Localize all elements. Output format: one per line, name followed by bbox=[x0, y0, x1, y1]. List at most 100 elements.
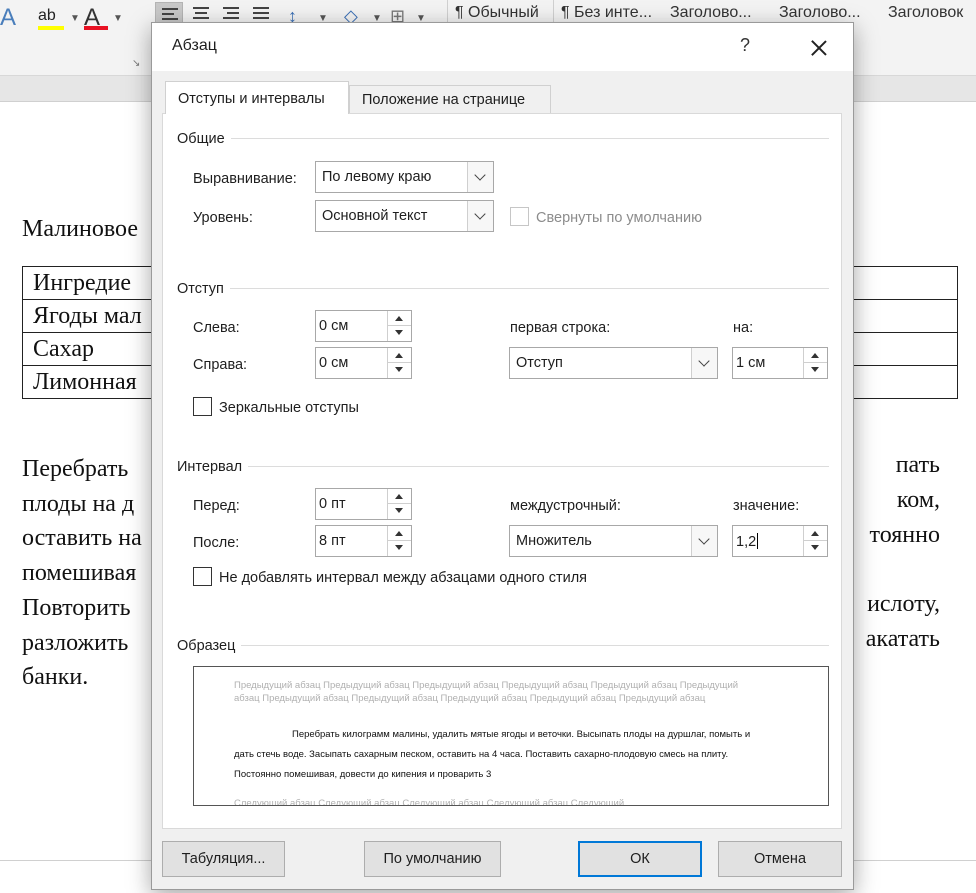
spacing-at-value: 1,2 bbox=[736, 533, 759, 550]
paragraph-dialog: Абзац ? Отступы и интервалы Положение на… bbox=[151, 22, 854, 890]
spin-up-icon[interactable] bbox=[388, 311, 411, 326]
spin-down-icon[interactable] bbox=[388, 541, 411, 556]
spacing-before-spinner[interactable]: 0 пт bbox=[315, 488, 412, 520]
spacing-at-label: значение: bbox=[733, 498, 800, 514]
spin-up-icon[interactable] bbox=[388, 348, 411, 363]
text-effects-button[interactable]: A bbox=[0, 4, 16, 32]
section-general-label: Общие bbox=[177, 131, 231, 147]
chevron-down-icon[interactable]: ▼ bbox=[70, 13, 80, 24]
paragraph-line-right: ислоту, bbox=[867, 591, 940, 617]
spinner-buttons bbox=[803, 526, 827, 556]
indent-left-spinner[interactable]: 0 см bbox=[315, 310, 412, 342]
indent-left-label: Слева: bbox=[193, 320, 240, 336]
spacing-after-value: 8 пт bbox=[319, 533, 346, 549]
chevron-down-icon[interactable] bbox=[467, 201, 493, 231]
level-value: Основной текст bbox=[322, 208, 428, 224]
spin-down-icon[interactable] bbox=[388, 363, 411, 378]
indent-right-value: 0 см bbox=[319, 355, 349, 371]
tab-indents-spacing[interactable]: Отступы и интервалы bbox=[165, 81, 349, 114]
style-heading-2[interactable]: Заголово... bbox=[779, 4, 861, 22]
font-color-bar bbox=[84, 26, 108, 30]
chevron-down-icon[interactable] bbox=[467, 162, 493, 192]
mirror-indents-label: Зеркальные отступы bbox=[219, 400, 359, 416]
preview-line: дать стечь воде. Засыпать сахарным песко… bbox=[234, 749, 729, 760]
dialog-title: Абзац bbox=[172, 37, 217, 54]
spacing-after-label: После: bbox=[193, 535, 240, 551]
tab-line-page-breaks[interactable]: Положение на странице bbox=[349, 85, 551, 113]
set-default-button[interactable]: По умолчанию bbox=[364, 841, 501, 877]
section-divider bbox=[177, 138, 829, 139]
spinner-buttons bbox=[387, 526, 411, 556]
section-spacing-label: Интервал bbox=[177, 459, 249, 475]
first-line-value: Отступ bbox=[516, 355, 563, 371]
style-heading[interactable]: Заголовок bbox=[888, 4, 963, 22]
indent-by-spinner[interactable]: 1 см bbox=[732, 347, 828, 379]
mirror-indents-checkbox[interactable] bbox=[193, 397, 212, 416]
alignment-label: Выравнивание: bbox=[193, 171, 297, 187]
section-preview-label: Образец bbox=[177, 638, 242, 654]
line-spacing-dropdown[interactable]: Множитель bbox=[509, 525, 718, 557]
dialog-launcher-icon[interactable]: ↘ bbox=[132, 58, 140, 69]
no-space-same-style-checkbox[interactable] bbox=[193, 567, 212, 586]
chevron-down-icon[interactable] bbox=[691, 348, 717, 378]
spin-up-icon[interactable] bbox=[804, 526, 827, 541]
spin-up-icon[interactable] bbox=[388, 489, 411, 504]
close-icon[interactable] bbox=[804, 33, 834, 63]
no-space-same-style-label: Не добавлять интервал между абзацами одн… bbox=[219, 570, 588, 586]
spin-down-icon[interactable] bbox=[804, 541, 827, 556]
indent-right-spinner[interactable]: 0 см bbox=[315, 347, 412, 379]
spacing-at-text: 1,2 bbox=[736, 534, 757, 550]
preview-next-paragraph: Следующий абзац Следующий абзац Следующи… bbox=[234, 798, 625, 806]
cancel-button[interactable]: Отмена bbox=[718, 841, 842, 877]
paragraph-line-right: ком, bbox=[896, 487, 940, 513]
spin-down-icon[interactable] bbox=[388, 504, 411, 519]
spacing-before-label: Перед: bbox=[193, 498, 240, 514]
spinner-buttons bbox=[387, 489, 411, 519]
text-cursor bbox=[757, 533, 759, 549]
spin-down-icon[interactable] bbox=[804, 363, 827, 378]
paragraph-line-right: пать bbox=[895, 452, 940, 478]
spacing-after-spinner[interactable]: 8 пт bbox=[315, 525, 412, 557]
preview-box: Предыдущий абзац Предыдущий абзац Предыд… bbox=[193, 666, 829, 806]
section-divider bbox=[177, 466, 829, 467]
tab-label: Положение на странице bbox=[362, 92, 526, 108]
document-title: Малиновое bbox=[22, 216, 138, 242]
style-heading-1[interactable]: Заголово... bbox=[670, 4, 752, 22]
first-line-label: первая строка: bbox=[510, 320, 611, 336]
style-no-spacing[interactable]: ¶ Без инте... bbox=[561, 4, 652, 22]
section-divider bbox=[177, 288, 829, 289]
spin-down-icon[interactable] bbox=[388, 326, 411, 341]
spacing-at-spinner[interactable]: 1,2 bbox=[732, 525, 828, 557]
paragraph-line-right: тоянно bbox=[869, 522, 940, 548]
indent-by-label: на: bbox=[733, 320, 754, 336]
alignment-dropdown[interactable]: По левому краю bbox=[315, 161, 494, 193]
preview-previous-paragraph: Предыдущий абзац Предыдущий абзац Предыд… bbox=[234, 680, 739, 704]
spinner-buttons bbox=[387, 311, 411, 341]
preview-current-paragraph: Перебрать килограмм малины, удалить мяты… bbox=[234, 725, 774, 785]
indent-right-label: Справа: bbox=[193, 357, 248, 373]
first-line-dropdown[interactable]: Отступ bbox=[509, 347, 718, 379]
spacing-before-value: 0 пт bbox=[319, 496, 346, 512]
collapsed-label: Свернуты по умолчанию bbox=[536, 210, 702, 226]
tab-label: Отступы и интервалы bbox=[178, 91, 325, 107]
style-normal[interactable]: ¶ Обычный bbox=[455, 4, 539, 22]
chevron-down-icon[interactable] bbox=[691, 526, 717, 556]
preview-line: Постоянно помешивая, довести до кипения … bbox=[234, 769, 492, 780]
tabs-button[interactable]: Табуляция... bbox=[162, 841, 285, 877]
indent-by-value: 1 см bbox=[736, 355, 766, 371]
spin-up-icon[interactable] bbox=[388, 526, 411, 541]
collapsed-checkbox[interactable] bbox=[510, 207, 529, 226]
spin-up-icon[interactable] bbox=[804, 348, 827, 363]
line-spacing-value: Множитель bbox=[516, 533, 592, 549]
section-divider bbox=[177, 645, 829, 646]
spinner-buttons bbox=[387, 348, 411, 378]
highlight-color-bar bbox=[38, 26, 64, 30]
ok-button[interactable]: ОК bbox=[578, 841, 702, 877]
paragraph-line-right: акатать bbox=[865, 626, 940, 652]
preview-line: Перебрать килограмм малины, удалить мяты… bbox=[292, 729, 751, 740]
alignment-value: По левому краю bbox=[322, 169, 432, 185]
level-dropdown[interactable]: Основной текст bbox=[315, 200, 494, 232]
spinner-buttons bbox=[803, 348, 827, 378]
help-button[interactable]: ? bbox=[740, 35, 750, 56]
chevron-down-icon[interactable]: ▼ bbox=[113, 13, 123, 24]
